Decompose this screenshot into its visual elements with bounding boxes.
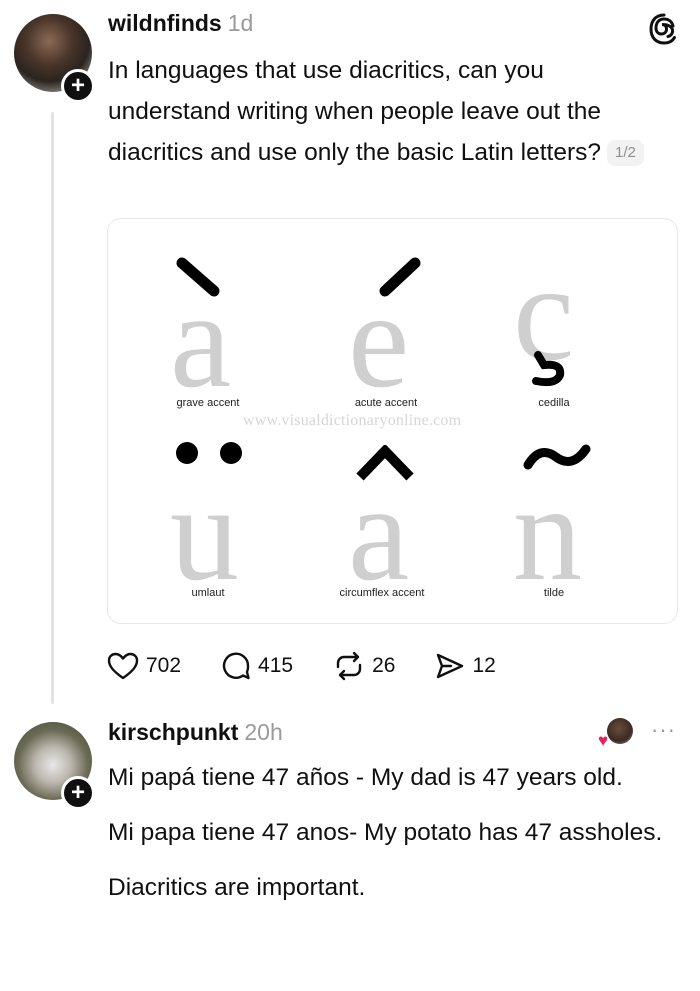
username[interactable]: wildnfinds xyxy=(108,10,222,36)
reply-body: Mi papá tiene 47 años - My dad is 47 yea… xyxy=(108,757,668,922)
post-body: In languages that use diacritics, can yo… xyxy=(108,50,668,173)
caption: tilde xyxy=(543,587,565,599)
comment-icon xyxy=(222,652,250,680)
repost-icon xyxy=(336,651,362,681)
follow-plus-icon[interactable]: + xyxy=(61,69,95,103)
tilde-mark xyxy=(523,444,591,470)
reply-count: 415 xyxy=(258,654,294,677)
glyph-u-umlaut: u xyxy=(170,456,239,609)
reply-paragraph: Mi papá tiene 47 años - My dad is 47 yea… xyxy=(108,764,623,791)
cedilla-mark xyxy=(532,351,565,387)
more-options-icon[interactable]: ··· xyxy=(651,719,676,741)
threads-logo-icon[interactable] xyxy=(647,12,681,46)
watermark: www.visualdictionaryonline.com xyxy=(243,412,462,429)
heart-icon xyxy=(107,652,139,680)
like-button[interactable]: 702 xyxy=(107,651,181,681)
reply-paragraph: Mi papa tiene 47 anos- My potato has 47 … xyxy=(108,819,663,846)
glyph-a-circumflex: a xyxy=(348,456,410,609)
caption: grave accent xyxy=(176,397,240,409)
umlaut-mark xyxy=(176,442,242,464)
acute-accent-mark xyxy=(379,257,421,297)
follow-plus-icon[interactable]: + xyxy=(61,776,95,810)
repost-count: 26 xyxy=(372,654,396,677)
reply-button[interactable]: 415 xyxy=(221,651,293,681)
post-image[interactable]: a grave accent e acute accent c cedilla … xyxy=(107,218,678,624)
post-text: In languages that use diacritics, can yo… xyxy=(108,57,602,166)
thread-line xyxy=(51,112,54,704)
repost-button[interactable]: 26 xyxy=(333,651,395,681)
like-count: 702 xyxy=(146,654,182,677)
heart-icon: ♥ xyxy=(598,731,609,750)
share-button[interactable]: 12 xyxy=(435,651,496,681)
timestamp: 20h xyxy=(244,719,283,745)
circumflex-mark xyxy=(356,445,414,481)
page-indicator: 1/2 xyxy=(607,140,644,166)
username[interactable]: kirschpunkt xyxy=(108,719,238,745)
liked-by-author-indicator: ♥ xyxy=(598,718,633,750)
caption: umlaut xyxy=(191,587,225,599)
timestamp: 1d xyxy=(227,10,254,36)
grave-accent-mark xyxy=(176,257,220,297)
reply-paragraph: Diacritics are important. xyxy=(108,874,366,901)
author-avatar-small xyxy=(607,718,633,744)
caption: circumflex accent xyxy=(339,587,425,599)
send-icon xyxy=(437,653,464,679)
share-count: 12 xyxy=(472,654,496,677)
glyph-n-tilde: n xyxy=(513,456,582,609)
caption: acute accent xyxy=(354,397,418,409)
post-header: wildnfinds 1d xyxy=(108,10,253,37)
caption: cedilla xyxy=(538,397,570,409)
action-bar: 702 415 26 12 xyxy=(107,648,536,684)
reply-header: kirschpunkt 20h xyxy=(108,719,283,746)
